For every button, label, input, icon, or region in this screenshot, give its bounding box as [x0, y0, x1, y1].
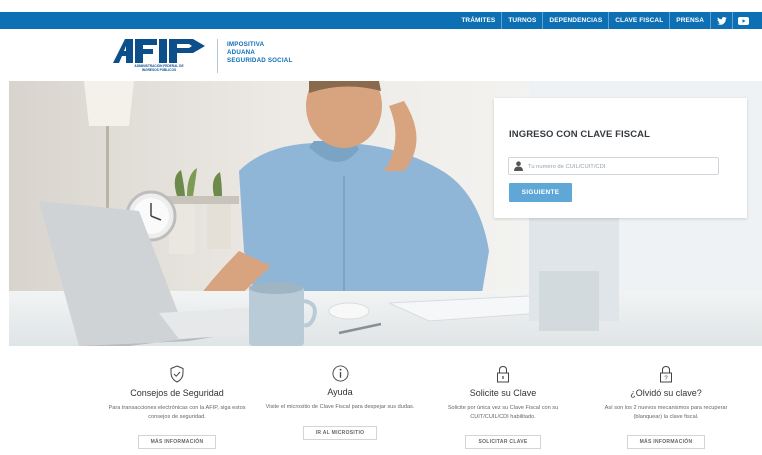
header-divider	[217, 39, 218, 73]
feature-ayuda: Ayuda Visite el micrositio de Clave Fisc…	[255, 365, 425, 440]
lock-icon	[497, 365, 509, 383]
afip-logo-mark	[113, 39, 205, 63]
lock-question-icon: ?	[660, 365, 672, 383]
user-icon	[514, 161, 523, 171]
nav-clave-fiscal[interactable]: CLAVE FISCAL	[608, 12, 669, 29]
nav-turnos[interactable]: TURNOS	[501, 12, 542, 29]
mas-informacion-button[interactable]: MÁS INFORMACIÓN	[137, 435, 217, 449]
twitter-icon[interactable]	[710, 12, 732, 29]
solicitar-clave-button[interactable]: SOLICITAR CLAVE	[465, 435, 541, 449]
afip-logo[interactable]: ADMINISTRACIÓN FEDERAL DE INGRESOS PÚBLI…	[113, 37, 205, 71]
feature-solicite: Solicite su Clave Solicite por única vez…	[418, 365, 588, 449]
logo-subtitle-line-2: INGRESOS PÚBLICOS	[141, 67, 177, 72]
site-header: ADMINISTRACIÓN FEDERAL DE INGRESOS PÚBLI…	[0, 29, 762, 81]
feature-title: Solicite su Clave	[469, 388, 537, 398]
feature-desc: Visite el micrositio de Clave Fiscal par…	[265, 404, 415, 410]
feature-title: Ayuda	[327, 387, 353, 397]
feature-consejos: Consejos de Seguridad Para transacciones…	[92, 365, 262, 449]
feature-desc: Solicite por única vez su Clave Fiscal c…	[447, 405, 559, 420]
nav-dependencias[interactable]: DEPENDENCIAS	[542, 12, 608, 29]
login-card: INGRESO CON CLAVE FISCAL SIGUIENTE	[494, 98, 747, 218]
top-nav: TRÁMITES TURNOS DEPENDENCIAS CLAVE FISCA…	[455, 12, 754, 29]
login-title: INGRESO CON CLAVE FISCAL	[509, 129, 651, 140]
top-nav-bar: TRÁMITES TURNOS DEPENDENCIAS CLAVE FISCA…	[0, 12, 762, 29]
nav-tramites[interactable]: TRÁMITES	[455, 12, 501, 29]
link-impositiva[interactable]: IMPOSITIVA	[227, 41, 292, 49]
info-icon	[331, 365, 349, 382]
shield-check-icon	[170, 365, 184, 383]
feature-title: Consejos de Seguridad	[130, 388, 224, 398]
link-aduana[interactable]: ADUANA	[227, 49, 292, 57]
link-seguridad-social[interactable]: SEGURIDAD SOCIAL	[227, 57, 292, 65]
feature-olvido: ? ¿Olvidó su clave? Así son los 2 nuevos…	[581, 365, 751, 449]
mas-informacion-button[interactable]: MÁS INFORMACIÓN	[626, 435, 706, 449]
siguiente-button[interactable]: SIGUIENTE	[509, 183, 572, 202]
cuit-input-wrapper[interactable]	[508, 157, 719, 175]
nav-prensa[interactable]: PRENSA	[669, 12, 710, 29]
header-links: IMPOSITIVA ADUANA SEGURIDAD SOCIAL	[227, 41, 292, 65]
feature-desc: Para transacciones electrónicas con la A…	[108, 405, 246, 420]
feature-desc: Así son los 2 nuevos mecanismos para rec…	[604, 405, 728, 420]
cuit-input[interactable]	[528, 160, 716, 173]
logo-subtitle: ADMINISTRACIÓN FEDERAL DE INGRESOS PÚBLI…	[113, 64, 205, 72]
feature-title: ¿Olvidó su clave?	[630, 388, 702, 398]
svg-text:?: ?	[664, 376, 668, 382]
youtube-icon[interactable]	[732, 12, 754, 29]
ir-al-micrositio-button[interactable]: IR AL MICROSITIO	[302, 425, 378, 440]
